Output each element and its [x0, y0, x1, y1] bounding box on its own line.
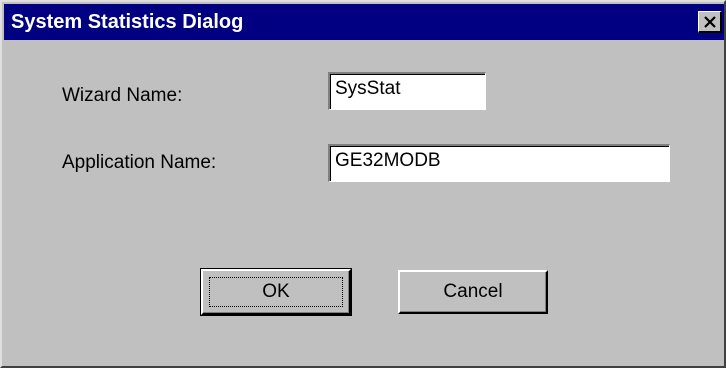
wizard-name-field[interactable]: SysStat	[328, 72, 486, 110]
application-name-label: Application Name:	[62, 152, 217, 173]
title-bar[interactable]: System Statistics Dialog	[4, 4, 724, 40]
cancel-button[interactable]: Cancel	[398, 270, 548, 314]
wizard-name-label: Wizard Name:	[62, 85, 183, 106]
window-title: System Statistics Dialog	[11, 11, 244, 33]
ok-button[interactable]: OK	[200, 268, 352, 316]
application-name-field[interactable]: GE32MODB	[328, 144, 670, 182]
ok-button-label: OK	[262, 281, 290, 302]
system-statistics-dialog: System Statistics Dialog Wizard Name: Sy…	[0, 0, 726, 368]
close-button[interactable]	[698, 11, 722, 33]
close-icon	[704, 16, 716, 28]
